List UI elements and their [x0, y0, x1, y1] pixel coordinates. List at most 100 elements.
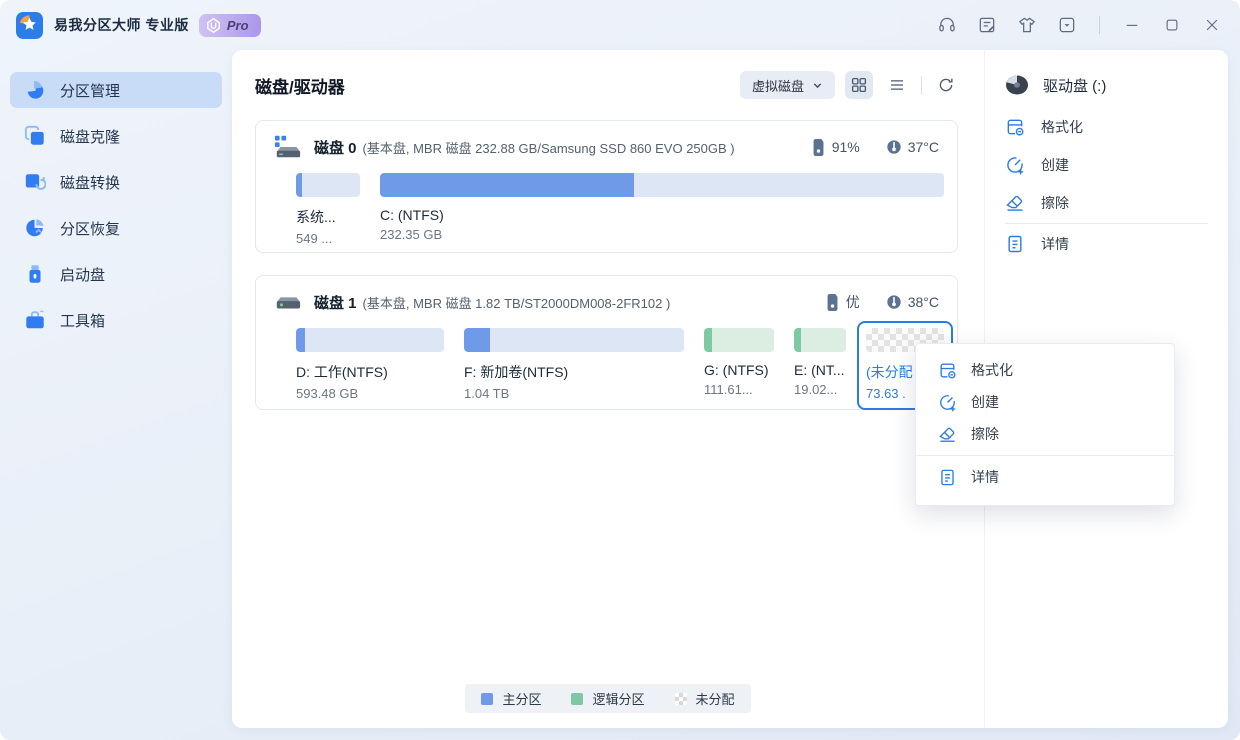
- disk-health-icon: [813, 138, 824, 156]
- window-menu-icon[interactable]: [1055, 13, 1079, 37]
- virtual-disk-dropdown[interactable]: 虚拟磁盘: [739, 71, 835, 99]
- sidebar-item-label: 磁盘转换: [60, 174, 121, 192]
- disk-temperature: 38°C: [886, 294, 939, 310]
- legend-primary: 主分区: [481, 689, 541, 708]
- chevron-down-icon: [813, 82, 822, 88]
- disk-temperature: 37°C: [886, 139, 939, 155]
- sidebar-item-toolbox[interactable]: 工具箱: [10, 302, 222, 338]
- partition-g[interactable]: G: (NTFS) 111.61...: [704, 328, 774, 397]
- legend-logical: 逻辑分区: [571, 689, 645, 708]
- legend-unallocated: 未分配: [674, 689, 735, 708]
- sidebar: 分区管理 磁盘克隆 磁盘转换 分区恢复 启动盘 工具箱: [0, 50, 232, 740]
- partition-system[interactable]: 系统... 549 ...: [296, 173, 360, 246]
- virtual-disk-dropdown-label: 虚拟磁盘: [751, 78, 804, 94]
- partition-bar: [296, 173, 360, 197]
- disk-name: 磁盘 1: [314, 294, 357, 312]
- temperature-icon: [887, 295, 901, 309]
- pro-u-icon: [207, 17, 220, 33]
- context-menu-create[interactable]: 创建: [916, 386, 1174, 418]
- legend-pill: 主分区 逻辑分区 未分配: [465, 684, 751, 713]
- sidebar-item-partition-recovery[interactable]: 分区恢复: [10, 210, 222, 246]
- disk-card-1: 磁盘 1 (基本盘, MBR 磁盘 1.82 TB/ST2000DM008-2F…: [255, 275, 958, 410]
- context-menu: 格式化 创建 擦除 详情: [915, 343, 1175, 506]
- partition-d[interactable]: D: 工作(NTFS) 593.48 GB: [296, 328, 444, 401]
- partition-recovery-icon: [26, 219, 44, 237]
- selected-drive-label: 驱动盘 (:): [1043, 77, 1107, 95]
- disk-0-header: 磁盘 0 (基本盘, MBR 磁盘 232.88 GB/Samsung SSD …: [274, 134, 939, 160]
- minimize-button[interactable]: [1120, 13, 1144, 37]
- context-menu-details[interactable]: 详情: [916, 461, 1174, 493]
- list-view-icon[interactable]: [883, 71, 911, 99]
- feedback-note-icon[interactable]: [975, 13, 999, 37]
- format-icon: [940, 362, 956, 379]
- erase-icon: [1006, 195, 1023, 211]
- logical-partition-swatch: [571, 692, 584, 705]
- app-window: 易我分区大师 专业版 Pro 分区管理 磁盘克隆 磁盘转换 分区恢复 启动盘 工…: [0, 0, 1240, 740]
- sidebar-item-bootable-disk[interactable]: 启动盘: [10, 256, 222, 292]
- right-panel-separator: [1005, 223, 1208, 224]
- action-format[interactable]: 格式化: [1005, 108, 1208, 146]
- sidebar-item-partition-manager[interactable]: 分区管理: [10, 72, 222, 108]
- disk-convert-icon: [25, 174, 46, 190]
- format-icon: [1007, 119, 1024, 136]
- app-title: 易我分区大师 专业版: [54, 17, 189, 33]
- partition-bar: [794, 328, 846, 352]
- ssd-drive-icon: [274, 135, 301, 158]
- disk-health-icon: [827, 293, 838, 311]
- disk-1-partitions: D: 工作(NTFS) 593.48 GB F: 新加卷(NTFS) 1.04 …: [296, 321, 953, 410]
- sidebar-item-label: 启动盘: [60, 266, 106, 284]
- primary-partition-swatch: [481, 692, 494, 705]
- maximize-button[interactable]: [1160, 13, 1184, 37]
- context-menu-format[interactable]: 格式化: [916, 354, 1174, 386]
- action-erase[interactable]: 擦除: [1005, 184, 1208, 222]
- partition-e[interactable]: E: (NT... 19.02...: [794, 328, 846, 397]
- headset-icon[interactable]: [935, 13, 959, 37]
- context-menu-separator: [916, 455, 1174, 456]
- disk-info: (基本盘, MBR 磁盘 1.82 TB/ST2000DM008-2FR102 …: [362, 295, 671, 311]
- right-panel-header: 驱动盘 (:): [1005, 72, 1208, 98]
- partition-bar: [380, 173, 944, 197]
- pie-chart-icon: [27, 80, 44, 99]
- toolbox-icon: [26, 310, 44, 329]
- partition-bar: [704, 328, 774, 352]
- details-icon: [1008, 235, 1022, 253]
- disk-health: 91%: [811, 138, 860, 156]
- create-partition-icon: [1007, 157, 1024, 175]
- details-icon: [941, 469, 954, 485]
- sidebar-item-label: 分区恢复: [60, 220, 121, 238]
- pro-badge: Pro: [198, 13, 261, 37]
- context-menu-erase[interactable]: 擦除: [916, 418, 1174, 450]
- titlebar-separator: [1099, 16, 1100, 34]
- partition-bar: [296, 328, 444, 352]
- sidebar-item-label: 工具箱: [60, 312, 106, 330]
- partition-bar: [464, 328, 684, 352]
- disk-card-0: 磁盘 0 (基本盘, MBR 磁盘 232.88 GB/Samsung SSD …: [255, 120, 958, 253]
- toolbar-separator: [921, 76, 922, 94]
- disk-0-partitions: 系统... 549 ... C: (NTFS) 232.35 GB: [296, 173, 944, 246]
- pro-label: Pro: [226, 17, 249, 33]
- main-area: 磁盘/驱动器 虚拟磁盘 磁盘 0 (基本盘, MBR 磁盘 232.88 GB/…: [232, 50, 984, 728]
- partition-c[interactable]: C: (NTFS) 232.35 GB: [380, 173, 944, 242]
- temperature-icon: [887, 140, 901, 154]
- partition-f[interactable]: F: 新加卷(NTFS) 1.04 TB: [464, 328, 684, 401]
- sidebar-item-label: 分区管理: [60, 82, 121, 100]
- titlebar-actions: [935, 13, 1224, 37]
- disk-info: (基本盘, MBR 磁盘 232.88 GB/Samsung SSD 860 E…: [362, 140, 735, 156]
- refresh-icon[interactable]: [932, 71, 960, 99]
- sidebar-item-disk-clone[interactable]: 磁盘克隆: [10, 118, 222, 154]
- sidebar-item-disk-convert[interactable]: 磁盘转换: [10, 164, 222, 200]
- action-details[interactable]: 详情: [1005, 225, 1208, 263]
- bootable-usb-icon: [29, 265, 41, 283]
- sidebar-item-label: 磁盘克隆: [60, 128, 121, 146]
- disk-name: 磁盘 0: [314, 139, 357, 157]
- disk-0-stats: 91% 37°C: [811, 138, 939, 156]
- close-button[interactable]: [1200, 13, 1224, 37]
- hdd-drive-icon: [276, 297, 301, 309]
- disk-health: 优: [825, 292, 860, 312]
- theme-shirt-icon[interactable]: [1015, 13, 1039, 37]
- grid-view-icon[interactable]: [845, 71, 873, 99]
- titlebar: 易我分区大师 专业版 Pro: [0, 0, 1240, 50]
- legend: 主分区 逻辑分区 未分配: [232, 684, 984, 713]
- main-header: 磁盘/驱动器 虚拟磁盘: [255, 70, 960, 100]
- action-create[interactable]: 创建: [1005, 146, 1208, 184]
